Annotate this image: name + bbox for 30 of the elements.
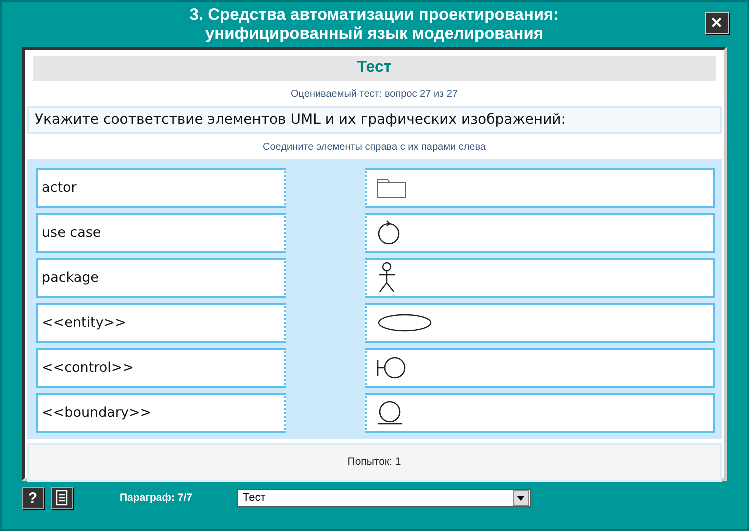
question-text: Укажите соответствие элементов UML и их графических изображений: bbox=[27, 106, 722, 134]
contents-button[interactable] bbox=[51, 487, 73, 509]
close-button[interactable]: ✕ bbox=[705, 12, 729, 34]
window-title: 3. Средства автоматизации проектирования: унифицированный язык моделирования bbox=[190, 6, 560, 44]
attempts-text: Попыток: 1 bbox=[27, 443, 722, 482]
term-item[interactable]: <<control>> bbox=[36, 348, 286, 388]
help-button[interactable]: ? bbox=[22, 487, 44, 509]
section-select[interactable]: Тест bbox=[237, 489, 531, 507]
question-counter: Оцениваемый тест: вопрос 27 из 27 bbox=[290, 88, 460, 102]
symbol-item[interactable] bbox=[365, 213, 715, 253]
paragraph-label: Параграф: 7/7 bbox=[120, 492, 194, 504]
test-heading: Тест bbox=[33, 56, 716, 81]
symbol-item[interactable] bbox=[365, 393, 715, 433]
instruction-text: Соедините элементы справа с их парами слева bbox=[262, 141, 487, 155]
term-item[interactable]: actor bbox=[36, 168, 286, 208]
term-item[interactable]: <<entity>> bbox=[36, 303, 286, 343]
symbol-item[interactable] bbox=[365, 258, 715, 298]
term-item[interactable]: use case bbox=[36, 213, 286, 253]
term-item[interactable]: package bbox=[36, 258, 286, 298]
symbol-item[interactable] bbox=[365, 303, 715, 343]
dropdown-arrow-icon bbox=[517, 496, 525, 500]
underlined-circle-icon bbox=[377, 400, 403, 426]
folder-icon bbox=[377, 177, 407, 199]
stick-figure-icon bbox=[377, 262, 397, 294]
term-item[interactable]: <<boundary>> bbox=[36, 393, 286, 433]
bar-circle-icon bbox=[377, 356, 407, 380]
document-icon bbox=[56, 490, 68, 506]
symbol-item[interactable] bbox=[365, 168, 715, 208]
symbol-item[interactable] bbox=[365, 348, 715, 388]
ellipse-icon bbox=[377, 313, 433, 333]
